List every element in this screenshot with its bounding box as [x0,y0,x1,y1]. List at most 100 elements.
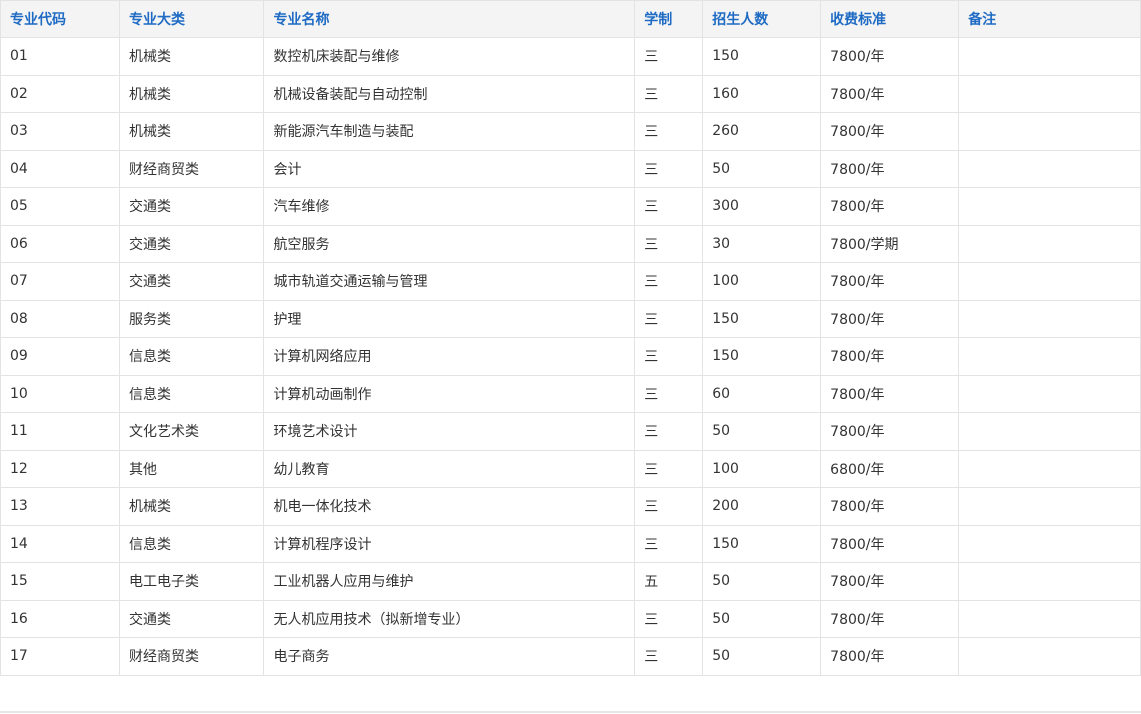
cell-duration: 五 [634,562,704,601]
bottom-divider [0,711,1141,713]
cell-fee: 6800/年 [820,449,960,488]
table-body: 01 机械类 数控机床装配与维修 三 150 7800/年 02 机械类 机械设… [0,37,1141,676]
cell-fee: 7800/年 [820,637,960,676]
cell-code: 04 [0,149,120,188]
cell-category: 财经商贸类 [118,637,265,676]
cell-remarks [958,412,1141,451]
header-duration: 学制 [634,0,704,38]
cell-category: 机械类 [118,74,265,113]
cell-category: 机械类 [118,37,265,76]
table-row: 02 机械类 机械设备装配与自动控制 三 160 7800/年 [0,74,1141,113]
cell-category: 财经商贸类 [118,149,265,188]
cell-remarks [958,487,1141,526]
cell-fee: 7800/年 [820,149,960,188]
cell-fee: 7800/年 [820,262,960,301]
cell-enrollment: 300 [702,187,822,226]
cell-name: 航空服务 [263,224,636,263]
cell-remarks [958,637,1141,676]
cell-fee: 7800/年 [820,487,960,526]
cell-category: 交通类 [118,262,265,301]
cell-category: 机械类 [118,487,265,526]
cell-category: 交通类 [118,224,265,263]
cell-fee: 7800/年 [820,299,960,338]
cell-fee: 7800/年 [820,37,960,76]
cell-name: 无人机应用技术（拟新增专业） [263,599,636,638]
cell-fee: 7800/年 [820,337,960,376]
cell-remarks [958,599,1141,638]
cell-name: 幼儿教育 [263,449,636,488]
cell-duration: 三 [634,149,704,188]
cell-duration: 三 [634,37,704,76]
table-row: 15 电工电子类 工业机器人应用与维护 五 50 7800/年 [0,562,1141,601]
cell-duration: 三 [634,299,704,338]
cell-code: 01 [0,37,120,76]
cell-code: 16 [0,599,120,638]
header-enrollment: 招生人数 [702,0,822,38]
cell-duration: 三 [634,412,704,451]
cell-duration: 三 [634,74,704,113]
cell-category: 服务类 [118,299,265,338]
cell-fee: 7800/年 [820,599,960,638]
header-major-category: 专业大类 [118,0,265,38]
cell-fee: 7800/学期 [820,224,960,263]
cell-name: 工业机器人应用与维护 [263,562,636,601]
cell-remarks [958,299,1141,338]
cell-duration: 三 [634,599,704,638]
cell-enrollment: 100 [702,262,822,301]
table-row: 07 交通类 城市轨道交通运输与管理 三 100 7800/年 [0,262,1141,301]
cell-code: 15 [0,562,120,601]
cell-fee: 7800/年 [820,187,960,226]
cell-duration: 三 [634,487,704,526]
cell-duration: 三 [634,224,704,263]
cell-remarks [958,374,1141,413]
cell-enrollment: 200 [702,487,822,526]
cell-code: 12 [0,449,120,488]
cell-duration: 三 [634,187,704,226]
table-row: 09 信息类 计算机网络应用 三 150 7800/年 [0,337,1141,376]
table-row: 12 其他 幼儿教育 三 100 6800/年 [0,449,1141,488]
cell-enrollment: 150 [702,337,822,376]
cell-fee: 7800/年 [820,412,960,451]
cell-remarks [958,187,1141,226]
cell-code: 02 [0,74,120,113]
cell-enrollment: 150 [702,299,822,338]
header-major-name: 专业名称 [263,0,636,38]
cell-code: 07 [0,262,120,301]
cell-enrollment: 50 [702,412,822,451]
cell-name: 电子商务 [263,637,636,676]
cell-fee: 7800/年 [820,562,960,601]
cell-remarks [958,524,1141,563]
cell-name: 计算机动画制作 [263,374,636,413]
header-fee: 收费标准 [820,0,960,38]
cell-category: 交通类 [118,599,265,638]
cell-duration: 三 [634,262,704,301]
cell-name: 计算机程序设计 [263,524,636,563]
cell-name: 环境艺术设计 [263,412,636,451]
cell-enrollment: 50 [702,599,822,638]
cell-code: 10 [0,374,120,413]
table-row: 17 财经商贸类 电子商务 三 50 7800/年 [0,637,1141,676]
cell-name: 机电一体化技术 [263,487,636,526]
table-row: 04 财经商贸类 会计 三 50 7800/年 [0,149,1141,188]
cell-code: 03 [0,112,120,151]
cell-name: 数控机床装配与维修 [263,37,636,76]
cell-enrollment: 50 [702,637,822,676]
cell-remarks [958,112,1141,151]
cell-duration: 三 [634,637,704,676]
cell-duration: 三 [634,374,704,413]
cell-name: 会计 [263,149,636,188]
table-row: 13 机械类 机电一体化技术 三 200 7800/年 [0,487,1141,526]
cell-remarks [958,74,1141,113]
cell-enrollment: 260 [702,112,822,151]
cell-code: 14 [0,524,120,563]
cell-name: 机械设备装配与自动控制 [263,74,636,113]
cell-category: 信息类 [118,374,265,413]
cell-remarks [958,37,1141,76]
cell-duration: 三 [634,112,704,151]
cell-fee: 7800/年 [820,374,960,413]
cell-name: 城市轨道交通运输与管理 [263,262,636,301]
cell-category: 电工电子类 [118,562,265,601]
cell-code: 09 [0,337,120,376]
cell-enrollment: 30 [702,224,822,263]
cell-fee: 7800/年 [820,112,960,151]
